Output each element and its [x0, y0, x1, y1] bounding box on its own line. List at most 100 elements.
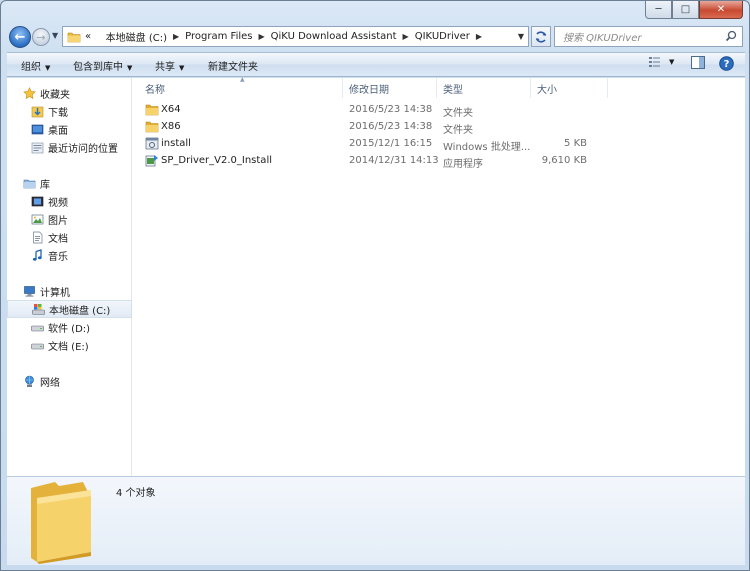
folder-icon	[145, 104, 159, 116]
computer-group: 计算机 本地磁盘 (C:) 软件 (D:) 文档 (E:)	[7, 282, 132, 354]
documents-icon	[31, 231, 44, 244]
sidebar-item-drive-c[interactable]: 本地磁盘 (C:)	[7, 300, 132, 318]
include-in-library-menu[interactable]: 包含到库中 ▼	[73, 58, 132, 73]
drive-icon	[31, 339, 44, 352]
libraries-group: 库 视频 图片 文档 音乐	[7, 174, 132, 264]
forward-button[interactable]: →	[32, 28, 50, 46]
chevron-down-icon: ▼	[127, 64, 133, 72]
column-divider[interactable]	[436, 78, 437, 98]
share-label: 共享	[155, 62, 175, 73]
column-header-type[interactable]: 类型	[443, 81, 463, 96]
file-type: 应用程序	[443, 159, 483, 170]
breadcrumb-drive-c[interactable]: 本地磁盘 (C:)	[106, 29, 167, 44]
minimize-button[interactable]: ─	[645, 1, 672, 19]
column-header-modified[interactable]: 修改日期	[349, 81, 389, 96]
back-button[interactable]: ←	[9, 26, 31, 48]
recent-places-icon	[31, 141, 44, 154]
sidebar-item-libraries[interactable]: 库	[7, 174, 132, 192]
share-menu[interactable]: 共享 ▼	[155, 58, 184, 73]
video-icon	[31, 195, 44, 208]
recent-pages-dropdown-icon[interactable]: ▼	[52, 31, 58, 40]
search-icon[interactable]	[725, 30, 737, 42]
sidebar-item-pictures[interactable]: 图片	[7, 210, 132, 228]
downloads-icon	[31, 105, 44, 118]
address-dropdown-icon[interactable]: ▼	[518, 32, 524, 41]
details-pane: 4 个对象	[7, 476, 745, 565]
column-header-name[interactable]: 名称	[145, 81, 165, 96]
search-input[interactable]: 搜索 QIKUDriver	[554, 26, 743, 47]
chevron-right-icon[interactable]: ▶	[476, 32, 482, 41]
sidebar-label: 计算机	[40, 287, 70, 299]
help-button[interactable]: ?	[719, 56, 734, 71]
object-count: 4 个对象	[116, 488, 156, 499]
sidebar-item-recent-places[interactable]: 最近访问的位置	[7, 138, 132, 156]
column-divider[interactable]	[607, 78, 608, 98]
view-options[interactable]: ▼	[648, 56, 674, 68]
file-row-x86[interactable]: X86 2016/5/23 14:38 文件夹	[133, 119, 745, 136]
drive-icon	[31, 321, 44, 334]
organize-label: 组织	[21, 62, 41, 73]
system-drive-icon	[32, 303, 45, 316]
column-divider[interactable]	[342, 78, 343, 98]
folder-icon	[67, 31, 81, 43]
command-bar: 组织 ▼ 包含到库中 ▼ 共享 ▼ 新建文件夹 ▼ ?	[7, 52, 745, 77]
sidebar-label: 软件 (D:)	[48, 323, 91, 335]
sidebar-label: 网络	[40, 377, 60, 389]
sidebar-item-downloads[interactable]: 下载	[7, 102, 132, 120]
file-modified: 2014/12/31 14:13	[349, 155, 439, 166]
sidebar-label: 收藏夹	[40, 89, 70, 101]
column-divider[interactable]	[530, 78, 531, 98]
sidebar-item-videos[interactable]: 视频	[7, 192, 132, 210]
file-name: install	[161, 138, 191, 149]
address-overflow-icon[interactable]: «	[85, 31, 91, 42]
file-modified: 2016/5/23 14:38	[349, 121, 433, 132]
chevron-right-icon[interactable]: ▶	[259, 32, 265, 41]
sidebar-label: 文档	[48, 233, 68, 245]
sidebar-item-computer[interactable]: 计算机	[7, 282, 132, 300]
sort-indicator-icon: ▲	[240, 76, 245, 83]
music-icon	[31, 248, 44, 262]
breadcrumb-program-files[interactable]: Program Files	[185, 31, 252, 42]
file-row-x64[interactable]: X64 2016/5/23 14:38 文件夹	[133, 102, 745, 119]
computer-icon	[23, 285, 36, 298]
new-folder-button[interactable]: 新建文件夹	[208, 58, 258, 73]
sidebar-label: 音乐	[48, 251, 68, 263]
sidebar-item-favorites[interactable]: 收藏夹	[7, 84, 132, 102]
view-details-icon	[649, 57, 660, 67]
file-row-install[interactable]: install 2015/12/1 16:15 Windows 批处理... 5…	[133, 136, 745, 153]
sidebar-item-drive-d[interactable]: 软件 (D:)	[7, 318, 132, 336]
file-list: ▲ 名称 修改日期 类型 大小 X64 2016/5/23 14:38 文件夹 …	[133, 76, 745, 476]
explorer-window: ─ □ ✕ ← → ▼ « 本地磁盘 (C:) ▶ Program Files …	[0, 0, 750, 571]
sidebar-item-music[interactable]: 音乐	[7, 246, 132, 264]
breadcrumb-qikudriver[interactable]: QIKUDriver	[415, 31, 470, 42]
sidebar-label: 桌面	[48, 125, 68, 137]
file-type: Windows 批处理...	[443, 142, 531, 153]
organize-menu[interactable]: 组织 ▼	[21, 58, 50, 73]
sidebar-item-desktop[interactable]: 桌面	[7, 120, 132, 138]
column-header-size[interactable]: 大小	[537, 81, 557, 96]
breadcrumb-qiku-download-assistant[interactable]: QiKU Download Assistant	[271, 31, 397, 42]
sidebar-item-network[interactable]: 网络	[7, 372, 132, 390]
chevron-right-icon	[97, 32, 100, 41]
file-row-sp-driver[interactable]: SP_Driver_V2.0_Install 2014/12/31 14:13 …	[133, 153, 745, 170]
star-icon	[23, 86, 36, 100]
sidebar-item-documents[interactable]: 文档	[7, 228, 132, 246]
search-placeholder: 搜索 QIKUDriver	[563, 33, 642, 44]
chevron-right-icon[interactable]: ▶	[173, 32, 179, 41]
close-button[interactable]: ✕	[699, 1, 743, 19]
maximize-button[interactable]: □	[672, 1, 699, 19]
address-bar[interactable]: « 本地磁盘 (C:) ▶ Program Files ▶ QiKU Downl…	[62, 26, 529, 47]
folder-icon	[31, 482, 91, 564]
refresh-button[interactable]	[531, 26, 551, 47]
file-type: 文件夹	[443, 125, 473, 136]
sidebar-label: 下载	[48, 107, 68, 119]
file-size: 5 KB	[564, 138, 587, 149]
include-library-label: 包含到库中	[73, 62, 123, 73]
desktop-icon	[31, 123, 44, 136]
chevron-down-icon: ▼	[179, 64, 185, 72]
file-name: SP_Driver_V2.0_Install	[161, 155, 272, 166]
sidebar-item-drive-e[interactable]: 文档 (E:)	[7, 336, 132, 354]
chevron-right-icon[interactable]: ▶	[403, 32, 409, 41]
preview-pane-button[interactable]	[691, 56, 705, 69]
network-icon	[23, 375, 36, 388]
